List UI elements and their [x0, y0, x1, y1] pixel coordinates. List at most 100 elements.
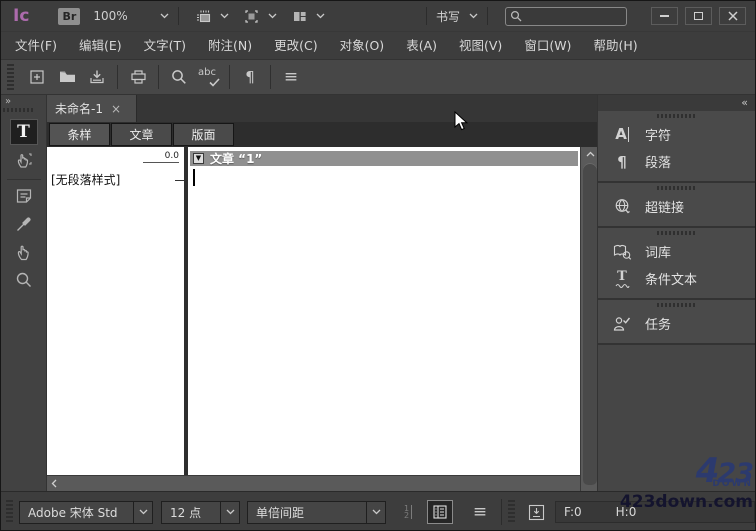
workspace-switcher[interactable]: 书写	[436, 8, 478, 25]
panel-conditional-text[interactable]: T 条件文本	[598, 265, 755, 292]
eyedropper-tool[interactable]	[10, 211, 38, 237]
open-button[interactable]	[52, 64, 82, 90]
line-spacing-button[interactable]: 12	[395, 500, 421, 524]
close-icon	[727, 11, 738, 21]
view-options-dropdown[interactable]	[195, 8, 229, 25]
group-drag-handle[interactable]	[656, 114, 697, 118]
statusbar-drag-handle[interactable]	[6, 500, 13, 524]
font-family-value: Adobe 宋体 Std	[28, 505, 118, 520]
panel-thesaurus[interactable]: 词库	[598, 238, 755, 265]
vertical-scroll-thumb[interactable]	[583, 163, 597, 485]
thesaurus-icon	[611, 242, 633, 262]
position-tool-icon	[17, 153, 31, 168]
spell-check-button[interactable]: abc	[194, 64, 224, 90]
document-tab[interactable]: 未命名-1 ×	[47, 95, 137, 122]
screen-mode-dropdown[interactable]	[243, 8, 277, 25]
menu-notes[interactable]: 附注(N)	[197, 32, 263, 60]
copyfit-info-button[interactable]	[523, 500, 549, 524]
info-column-toggle[interactable]	[427, 500, 453, 524]
separator	[158, 65, 159, 89]
info-column-icon	[433, 505, 447, 519]
pilcrow-icon: ¶	[245, 68, 255, 86]
separator	[117, 65, 118, 89]
group-drag-handle[interactable]	[656, 186, 697, 190]
print-icon	[130, 70, 146, 84]
copyfit-drag-handle[interactable]	[508, 500, 515, 524]
group-drag-handle[interactable]	[656, 303, 697, 307]
maximize-icon	[694, 12, 703, 20]
menu-type[interactable]: 文字(T)	[133, 32, 197, 60]
view-options-icon	[195, 8, 212, 25]
zoom-level-dropdown[interactable]: 100%	[93, 9, 169, 23]
story-editor[interactable]: ▼ 文章 “1”	[188, 147, 580, 475]
collapse-panels-icon[interactable]: «	[741, 95, 748, 111]
scroll-left-icon[interactable]	[51, 476, 57, 491]
search-icon	[172, 70, 186, 84]
menu-object[interactable]: 对象(O)	[329, 32, 396, 60]
menu-edit[interactable]: 编辑(E)	[68, 32, 133, 60]
menu-window[interactable]: 窗口(W)	[513, 32, 582, 60]
document-area: 未命名-1 × 条样 文章 版面 0.0 [无段落样式] ▼ 文章 “1”	[47, 95, 599, 491]
spell-check-icon: abc	[198, 67, 220, 87]
copyfit-icon	[528, 504, 544, 520]
hidden-characters-button[interactable]: ¶	[235, 64, 265, 90]
search-input[interactable]	[522, 9, 626, 23]
panel-hyperlinks[interactable]: 超链接	[598, 193, 755, 220]
menu-changes[interactable]: 更改(C)	[263, 32, 328, 60]
tools-drag-handle[interactable]	[3, 108, 33, 112]
zoom-tool[interactable]	[10, 267, 38, 293]
toolbar-menu-button[interactable]: ≡	[276, 64, 306, 90]
main-area: » T 未命名-1 × 条样 文章 版面 0.0 [无段落样式] ▼ 文章 “1…	[1, 95, 755, 491]
find-button[interactable]	[164, 64, 194, 90]
save-button[interactable]	[82, 64, 112, 90]
menu-view[interactable]: 视图(V)	[448, 32, 513, 60]
bridge-button[interactable]: Br	[58, 7, 81, 25]
leading-dropdown[interactable]: 单倍间距	[247, 500, 386, 524]
panel-group-assignments: 任务	[598, 300, 755, 345]
type-tool[interactable]: T	[9, 119, 38, 145]
group-drag-handle[interactable]	[656, 231, 697, 235]
expand-panel-icon[interactable]: »	[5, 96, 11, 107]
tab-galley[interactable]: 条样	[49, 123, 110, 146]
position-tool[interactable]	[10, 147, 38, 173]
separator	[178, 7, 180, 25]
line-number-icon: 12	[404, 505, 413, 520]
zoom-level-value: 100%	[93, 9, 128, 23]
minimize-button[interactable]	[651, 7, 678, 25]
tab-story[interactable]: 文章	[111, 123, 172, 146]
toolbar-drag-handle[interactable]	[7, 64, 14, 90]
tab-close-icon[interactable]: ×	[111, 103, 121, 115]
story-header[interactable]: ▼ 文章 “1”	[190, 151, 578, 166]
font-size-dropdown[interactable]: 12 点	[161, 500, 240, 524]
panel-group-text: A 字符 ¶ 段落	[598, 111, 755, 183]
menu-table[interactable]: 表(A)	[395, 32, 448, 60]
font-family-dropdown[interactable]: Adobe 宋体 Std	[19, 500, 153, 524]
view-tabs: 条样 文章 版面	[47, 122, 599, 147]
print-button[interactable]	[123, 64, 153, 90]
note-tool[interactable]	[10, 183, 38, 209]
search-box[interactable]	[505, 6, 627, 26]
chevron-down-icon	[316, 13, 325, 19]
arrange-documents-dropdown[interactable]	[291, 8, 325, 25]
depth-ruler-value: 0.0	[143, 151, 179, 163]
panel-character[interactable]: A 字符	[598, 121, 755, 148]
close-button[interactable]	[719, 7, 746, 25]
arrange-documents-icon	[291, 8, 308, 25]
menu-file[interactable]: 文件(F)	[4, 32, 68, 60]
new-document-button[interactable]	[22, 64, 52, 90]
chevron-down-icon	[268, 13, 277, 19]
panel-paragraph[interactable]: ¶ 段落	[598, 148, 755, 175]
horizontal-scrollbar[interactable]	[47, 475, 580, 491]
tab-layout[interactable]: 版面	[173, 123, 234, 146]
menu-help[interactable]: 帮助(H)	[582, 32, 648, 60]
conditional-text-icon: T	[611, 269, 633, 289]
story-collapse-icon[interactable]: ▼	[193, 153, 204, 164]
leading-value: 单倍间距	[256, 505, 305, 520]
maximize-button[interactable]	[685, 7, 712, 25]
hand-tool[interactable]	[10, 239, 38, 265]
incopy-window: Ic Br 100% 书写 文件(F) 编辑(E) 文字(T) 附注(N) 更改…	[0, 0, 756, 531]
panel-assignments[interactable]: 任务	[598, 310, 755, 337]
statusbar-menu-button[interactable]: ≡	[467, 500, 493, 524]
open-folder-icon	[59, 71, 75, 82]
minimize-icon	[660, 15, 669, 17]
